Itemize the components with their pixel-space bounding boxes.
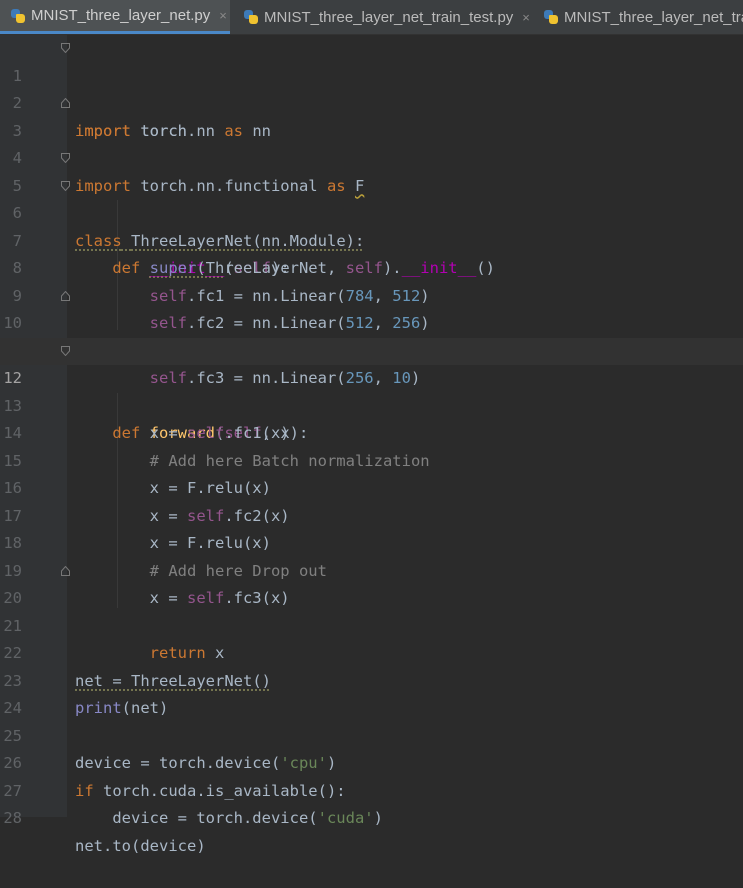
code-line[interactable]: 4 — [0, 118, 743, 167]
fold-open-icon[interactable] — [61, 180, 70, 191]
code-line[interactable]: 25 device = torch.device('cpu') — [0, 695, 743, 773]
close-icon[interactable]: × — [522, 10, 530, 25]
fold-end-icon[interactable] — [61, 290, 70, 301]
tab-label: MNIST_three_layer_net.py — [31, 7, 211, 24]
code-line[interactable]: 15 x = F.relu(x) — [0, 420, 743, 498]
fold-open-icon[interactable] — [61, 345, 70, 356]
code-line[interactable]: 6 def __init__(self): — [0, 173, 743, 277]
python-file-icon — [10, 8, 26, 24]
code-line[interactable]: 23 print(net) — [0, 640, 743, 718]
code-line[interactable]: 16 x = self.fc2(x) — [0, 448, 743, 525]
code-line[interactable]: 26 if torch.cuda.is_available(): — [0, 723, 743, 800]
code-line[interactable]: 17 x = F.relu(x) — [0, 475, 743, 553]
fold-end-icon[interactable] — [61, 98, 70, 108]
code-line[interactable]: 14 # Add here Batch normalization — [0, 393, 743, 470]
code-line[interactable]: 24 — [0, 668, 743, 717]
code-line[interactable]: 7 super(ThreeLayerNet, self).__init__() — [0, 200, 743, 278]
tab-label: MNIST_three_layer_net_tra — [564, 8, 743, 26]
close-icon[interactable]: × — [219, 8, 227, 23]
editor-tab-bar: MNIST_three_layer_net.py × MNIST_three_l… — [0, 0, 743, 35]
code-line[interactable]: 8 self.fc1 = nn.Linear(784, 512) — [0, 228, 743, 305]
code-line-current[interactable]: 12 def forward(self, x): — [0, 337, 743, 442]
code-editor[interactable]: 1 import torch 2 import torch.nn as nn 3… — [0, 35, 743, 855]
code-line[interactable]: 22 net = ThreeLayerNet() — [0, 613, 743, 690]
code-line[interactable]: 13 x = self.fc1(x) — [0, 365, 743, 443]
code-line[interactable]: 21 — [0, 585, 743, 635]
code-line[interactable]: 18 # Add here Drop out — [0, 503, 743, 580]
code-line[interactable]: 28 net.to(device) — [0, 778, 743, 855]
tab-mnist-three-layer-net-train-test[interactable]: MNIST_three_layer_net_train_test.py × — [233, 0, 533, 34]
code-line[interactable]: 5 class ThreeLayerNet(nn.Module): — [0, 145, 743, 250]
code-line[interactable]: 19 x = self.fc3(x) — [0, 530, 743, 608]
fold-open-icon[interactable] — [61, 153, 70, 163]
fold-end-icon[interactable] — [61, 565, 70, 576]
tab-label: MNIST_three_layer_net_train_test.py — [264, 8, 514, 26]
code-line[interactable]: 3 import torch.nn.functional as F — [0, 90, 743, 195]
python-file-icon — [243, 9, 259, 25]
python-file-icon — [543, 9, 559, 25]
code-line[interactable]: 9 self.fc2 = nn.Linear(512, 256) — [0, 255, 743, 333]
code-line[interactable]: 1 import torch — [0, 35, 743, 140]
code-line[interactable]: 2 import torch.nn as nn — [0, 63, 743, 140]
code-line[interactable]: 10 self.fc3 = nn.Linear(256, 10) — [0, 283, 743, 387]
tab-mnist-three-layer-net[interactable]: MNIST_three_layer_net.py × — [0, 0, 230, 34]
tab-mnist-three-layer-net-tra[interactable]: MNIST_three_layer_net_tra — [535, 0, 743, 34]
code-line[interactable]: 27 device = torch.device('cuda') — [0, 750, 743, 828]
fold-open-icon[interactable] — [61, 43, 70, 53]
code-line[interactable]: 11 — [0, 310, 743, 360]
code-line[interactable]: 20 return x — [0, 558, 743, 662]
